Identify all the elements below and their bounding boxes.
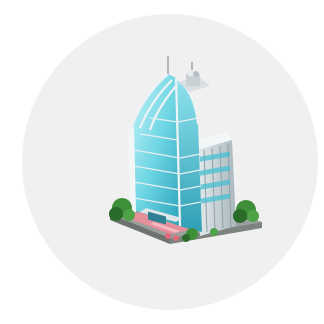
tower-main xyxy=(128,73,202,232)
app-icon[interactable] xyxy=(0,0,324,324)
skyscraper-illustration xyxy=(109,56,262,244)
